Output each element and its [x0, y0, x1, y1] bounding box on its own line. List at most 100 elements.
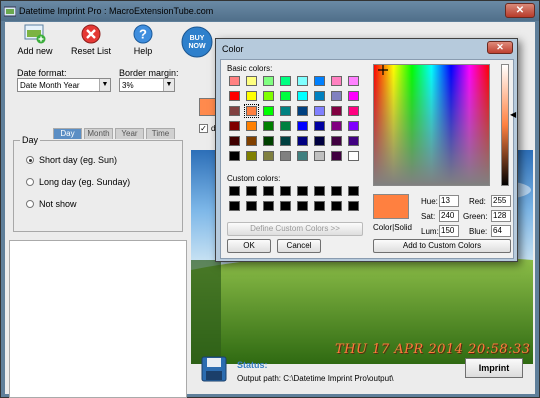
- basic-color-swatch[interactable]: [314, 106, 325, 116]
- status-label: Status:: [237, 360, 268, 370]
- basic-color-swatch[interactable]: [263, 91, 274, 101]
- window-close-button[interactable]: ✕: [505, 3, 535, 18]
- basic-color-swatch[interactable]: [263, 106, 274, 116]
- basic-color-swatch[interactable]: [246, 136, 257, 146]
- basic-color-swatch[interactable]: [263, 151, 274, 161]
- ok-button[interactable]: OK: [227, 239, 271, 253]
- basic-color-swatch[interactable]: [314, 136, 325, 146]
- basic-color-swatch[interactable]: [348, 136, 359, 146]
- basic-color-swatch[interactable]: [280, 151, 291, 161]
- basic-color-swatch[interactable]: [331, 91, 342, 101]
- tab-time[interactable]: Time: [146, 128, 175, 139]
- basic-color-swatch[interactable]: [280, 121, 291, 131]
- radio-short-day[interactable]: Short day (eg. Sun): [26, 155, 117, 165]
- basic-color-swatch[interactable]: [331, 136, 342, 146]
- imprint-button[interactable]: Imprint: [465, 358, 523, 378]
- red-field[interactable]: 255: [491, 195, 511, 207]
- define-custom-colors-button[interactable]: Define Custom Colors >>: [227, 222, 363, 236]
- border-margin-select[interactable]: 3% ▼: [119, 78, 175, 92]
- tab-year[interactable]: Year: [115, 128, 144, 139]
- basic-color-swatch[interactable]: [246, 121, 257, 131]
- custom-color-swatch[interactable]: [297, 201, 308, 211]
- basic-color-swatch[interactable]: [314, 76, 325, 86]
- custom-color-swatch[interactable]: [280, 201, 291, 211]
- reset-list-button[interactable]: Reset List: [67, 24, 115, 56]
- basic-color-swatch[interactable]: [314, 151, 325, 161]
- custom-color-swatch[interactable]: [314, 201, 325, 211]
- basic-color-swatch[interactable]: [263, 121, 274, 131]
- custom-color-swatch[interactable]: [331, 186, 342, 196]
- custom-color-swatch[interactable]: [229, 201, 240, 211]
- custom-color-swatch[interactable]: [246, 201, 257, 211]
- cancel-button[interactable]: Cancel: [277, 239, 321, 253]
- basic-color-swatch[interactable]: [297, 106, 308, 116]
- window-title: Datetime Imprint Pro : MacroExtensionTub…: [19, 6, 214, 16]
- custom-color-swatch[interactable]: [263, 186, 274, 196]
- basic-color-swatch[interactable]: [280, 136, 291, 146]
- add-new-button[interactable]: Add new: [11, 24, 59, 56]
- basic-color-swatch[interactable]: [229, 76, 240, 86]
- basic-color-swatch[interactable]: [229, 91, 240, 101]
- basic-color-swatch[interactable]: [229, 106, 240, 116]
- buy-now-badge[interactable]: BUY NOW: [181, 26, 213, 58]
- basic-color-swatch[interactable]: [348, 151, 359, 161]
- tab-day[interactable]: Day: [53, 128, 82, 139]
- radio-long-day[interactable]: Long day (eg. Sunday): [26, 177, 130, 187]
- basic-color-swatch[interactable]: [297, 121, 308, 131]
- basic-color-swatch[interactable]: [246, 76, 257, 86]
- basic-color-swatch[interactable]: [244, 104, 259, 118]
- basic-color-swatch[interactable]: [297, 91, 308, 101]
- green-field[interactable]: 128: [491, 210, 511, 222]
- basic-color-swatch[interactable]: [280, 106, 291, 116]
- basic-color-swatch[interactable]: [348, 106, 359, 116]
- custom-color-swatch[interactable]: [314, 186, 325, 196]
- custom-color-swatch[interactable]: [246, 186, 257, 196]
- radio-not-show[interactable]: Not show: [26, 199, 77, 209]
- basic-color-swatch[interactable]: [348, 121, 359, 131]
- color-dialog-close-button[interactable]: ✕: [487, 41, 513, 54]
- custom-color-swatch[interactable]: [348, 186, 359, 196]
- help-button[interactable]: ? Help: [119, 24, 167, 56]
- blue-field[interactable]: 64: [491, 225, 511, 237]
- basic-color-swatch[interactable]: [297, 136, 308, 146]
- custom-color-swatch[interactable]: [348, 201, 359, 211]
- lum-field[interactable]: 150: [439, 225, 459, 237]
- basic-color-swatch[interactable]: [229, 121, 240, 131]
- custom-color-swatch[interactable]: [331, 201, 342, 211]
- basic-color-swatch[interactable]: [297, 76, 308, 86]
- basic-color-swatch[interactable]: [246, 151, 257, 161]
- option-checkbox[interactable]: ✓: [199, 124, 208, 133]
- custom-color-swatch[interactable]: [297, 186, 308, 196]
- basic-color-swatch[interactable]: [331, 106, 342, 116]
- title-bar[interactable]: Datetime Imprint Pro : MacroExtensionTub…: [1, 1, 539, 21]
- tab-month[interactable]: Month: [84, 128, 113, 139]
- basic-color-swatch[interactable]: [348, 91, 359, 101]
- basic-color-swatch[interactable]: [280, 76, 291, 86]
- radio-not-show-label: Not show: [39, 199, 77, 209]
- basic-color-swatch[interactable]: [263, 76, 274, 86]
- basic-color-swatch[interactable]: [331, 76, 342, 86]
- hue-label: Hue:: [421, 197, 438, 206]
- hue-field[interactable]: 13: [439, 195, 459, 207]
- color-spectrum[interactable]: [373, 64, 490, 186]
- slider-arrow-icon[interactable]: ◀: [510, 110, 516, 119]
- image-list[interactable]: [9, 240, 187, 398]
- basic-color-swatch[interactable]: [229, 151, 240, 161]
- date-format-select[interactable]: Date Month Year ▼: [17, 78, 111, 92]
- basic-color-swatch[interactable]: [331, 121, 342, 131]
- basic-color-swatch[interactable]: [314, 121, 325, 131]
- sat-field[interactable]: 240: [439, 210, 459, 222]
- custom-color-swatch[interactable]: [229, 186, 240, 196]
- basic-color-swatch[interactable]: [229, 136, 240, 146]
- basic-color-swatch[interactable]: [263, 136, 274, 146]
- basic-color-swatch[interactable]: [348, 76, 359, 86]
- add-to-custom-colors-button[interactable]: Add to Custom Colors: [373, 239, 511, 253]
- custom-color-swatch[interactable]: [263, 201, 274, 211]
- basic-color-swatch[interactable]: [331, 151, 342, 161]
- custom-color-swatch[interactable]: [280, 186, 291, 196]
- basic-color-swatch[interactable]: [246, 91, 257, 101]
- luminosity-slider[interactable]: [501, 64, 509, 186]
- basic-color-swatch[interactable]: [280, 91, 291, 101]
- basic-color-swatch[interactable]: [314, 91, 325, 101]
- basic-color-swatch[interactable]: [297, 151, 308, 161]
